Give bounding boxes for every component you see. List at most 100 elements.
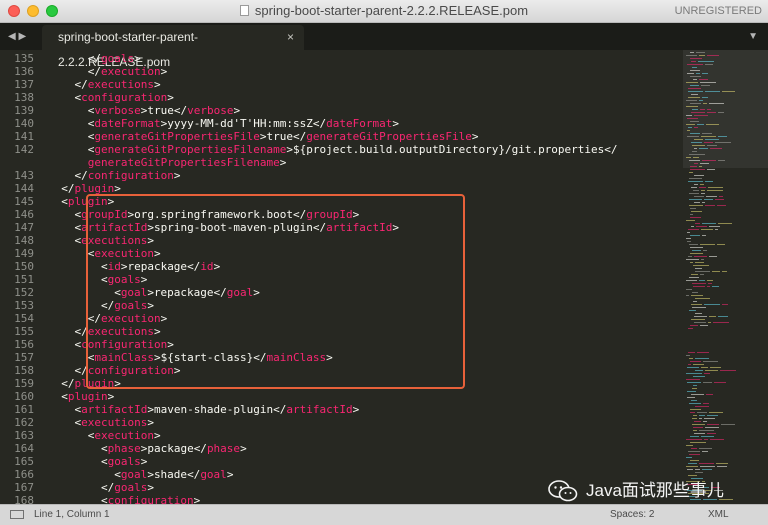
minimap-line: [687, 64, 703, 65]
code-punct: >: [153, 78, 161, 91]
code-line[interactable]: 168 <configuration>: [0, 494, 683, 504]
minimap-line: [716, 463, 728, 464]
window-title-text: spring-boot-starter-parent-2.2.2.RELEASE…: [254, 3, 529, 18]
code-punct: >: [352, 403, 360, 416]
minimap-line: [690, 253, 703, 254]
code-line[interactable]: 141 <generateGitPropertiesFile>true</gene…: [0, 130, 683, 143]
minimap-line: [704, 373, 710, 374]
minimap-line: [691, 448, 697, 449]
code-content: </configuration>: [74, 169, 180, 182]
minimap-line: [688, 364, 691, 365]
minimap-line: [692, 145, 705, 146]
minimap-line: [703, 103, 707, 104]
line-number: 156: [14, 338, 34, 351]
minimap-line: [687, 118, 698, 119]
minimap-line: [704, 439, 708, 440]
tab-active-file[interactable]: spring-boot-starter-parent-2.2.2.RELEASE…: [42, 25, 304, 69]
minimap-line: [693, 79, 697, 80]
code-content: </execution>: [88, 65, 167, 78]
code-punct: >: [107, 390, 115, 403]
code-line[interactable]: 162 <executions>: [0, 416, 683, 429]
tab-close-icon[interactable]: ×: [287, 25, 294, 50]
code-tag: configuration: [107, 494, 194, 504]
minimap-line: [701, 367, 708, 368]
code-line[interactable]: 164 <phase>package</phase>: [0, 442, 683, 455]
code-line[interactable]: 163 <execution>: [0, 429, 683, 442]
unregistered-label: UNREGISTERED: [674, 5, 762, 17]
code-content: <generateGitPropertiesFile>true</generat…: [88, 130, 479, 143]
minimap-line: [718, 223, 732, 224]
code-punct: </: [100, 481, 115, 494]
minimap-line: [695, 472, 703, 473]
code-line[interactable]: 143 </configuration>: [0, 169, 683, 182]
code-line[interactable]: 138 <configuration>: [0, 91, 683, 104]
minimap-line: [705, 91, 720, 92]
minimap-line: [693, 265, 709, 266]
code-line[interactable]: 140 <dateFormat>yyyy-MM-dd'T'HH:mm:ssZ</d…: [0, 117, 683, 130]
minimap-line: [699, 415, 705, 416]
minimap-line: [693, 190, 699, 191]
code-punct: </: [193, 442, 207, 455]
minimap-line: [695, 268, 702, 269]
line-number: 153: [14, 299, 34, 312]
minimap-line: [691, 211, 702, 212]
minimap-line: [688, 88, 701, 89]
minimap-line: [700, 184, 704, 185]
line-number: 166: [14, 468, 34, 481]
minimap-line: [712, 286, 719, 287]
minimap-line: [691, 94, 698, 95]
code-punct: >: [279, 156, 287, 169]
code-line[interactable]: generateGitPropertiesFilename>: [0, 156, 683, 169]
code-text: true: [147, 104, 174, 117]
minimap-line: [687, 130, 690, 131]
minimap-line: [700, 82, 716, 83]
minimap-line: [686, 82, 698, 83]
minimap[interactable]: [683, 50, 768, 504]
title-bar: spring-boot-starter-parent-2.2.2.RELEASE…: [0, 0, 768, 23]
minimap-line: [686, 238, 691, 239]
code-line[interactable]: 165 <goals>: [0, 455, 683, 468]
code-line[interactable]: 167 </goals>: [0, 481, 683, 494]
code-line[interactable]: 161 <artifactId>maven-shade-plugin</artif…: [0, 403, 683, 416]
indentation-setting[interactable]: Spaces: 2: [610, 505, 654, 525]
minimap-line: [701, 436, 714, 437]
code-line[interactable]: 135 </goals>: [0, 52, 683, 65]
minimap-line: [695, 358, 709, 359]
minimap-line: [688, 256, 692, 257]
highlight-box: [86, 194, 465, 389]
code-line[interactable]: 137 </executions>: [0, 78, 683, 91]
tab-next-icon[interactable]: ▶: [18, 31, 26, 42]
minimap-line: [686, 355, 690, 356]
minimap-line: [707, 415, 718, 416]
tab-prev-icon[interactable]: ◀: [8, 31, 16, 42]
code-line[interactable]: 166 <goal>shade</goal>: [0, 468, 683, 481]
line-number: 143: [14, 169, 34, 182]
minimap-line: [690, 262, 693, 263]
minimap-line: [686, 124, 695, 125]
minimap-line: [690, 133, 700, 134]
minimap-line: [722, 304, 728, 305]
code-punct: >: [226, 468, 234, 481]
code-line[interactable]: 160 <plugin>: [0, 390, 683, 403]
code-line[interactable]: 139 <verbose>true</verbose>: [0, 104, 683, 117]
code-punct: <: [61, 195, 68, 208]
line-number: 139: [14, 104, 34, 117]
minimap-line: [689, 454, 700, 455]
minimap-line: [686, 466, 698, 467]
minimap-line: [699, 418, 702, 419]
code-line[interactable]: 136 </execution>: [0, 65, 683, 78]
line-number: 138: [14, 91, 34, 104]
cursor-position: Line 1, Column 1: [34, 509, 110, 520]
minimap-line: [686, 259, 699, 260]
minimap-line: [705, 205, 715, 206]
minimap-line: [690, 361, 701, 362]
minimap-line: [688, 328, 693, 329]
tab-menu-icon[interactable]: ▼: [748, 23, 758, 50]
minimap-line: [697, 412, 707, 413]
panel-toggle-icon[interactable]: [10, 510, 24, 519]
syntax-selector[interactable]: XML: [708, 505, 729, 525]
minimap-line: [702, 451, 708, 452]
line-number: 158: [14, 364, 34, 377]
code-line[interactable]: 142 <generateGitPropertiesFilename>${proj…: [0, 143, 683, 156]
code-punct: <: [100, 442, 108, 455]
